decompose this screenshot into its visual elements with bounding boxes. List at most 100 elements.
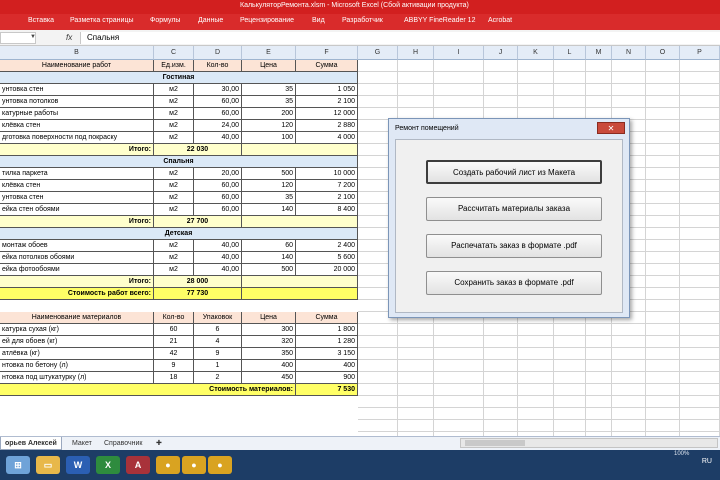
empty-cell[interactable]	[358, 384, 398, 396]
empty-cell[interactable]	[586, 396, 612, 408]
chrome-icon[interactable]: ●	[156, 456, 180, 474]
empty-cell[interactable]	[484, 372, 518, 384]
empty-cell[interactable]	[586, 60, 612, 72]
col-header-j[interactable]: J	[484, 46, 518, 60]
empty-cell[interactable]	[646, 240, 680, 252]
empty-cell[interactable]	[518, 408, 554, 420]
empty-cell[interactable]	[646, 132, 680, 144]
col-header-b[interactable]: B	[0, 46, 154, 60]
empty-cell[interactable]	[484, 60, 518, 72]
empty-cell[interactable]	[398, 336, 434, 348]
empty-cell[interactable]	[646, 324, 680, 336]
col-header-m[interactable]: M	[586, 46, 612, 60]
empty-cell[interactable]	[680, 120, 720, 132]
empty-cell[interactable]	[434, 360, 484, 372]
empty-cell[interactable]	[434, 396, 484, 408]
empty-cell[interactable]	[554, 408, 586, 420]
empty-cell[interactable]	[554, 84, 586, 96]
insert-sheet-icon[interactable]: ✚	[152, 437, 166, 450]
empty-cell[interactable]	[554, 60, 586, 72]
empty-cell[interactable]	[646, 72, 680, 84]
empty-cell[interactable]	[680, 300, 720, 312]
empty-cell[interactable]	[434, 408, 484, 420]
empty-cell[interactable]	[680, 132, 720, 144]
empty-cell[interactable]	[358, 408, 398, 420]
close-icon[interactable]: ✕	[597, 122, 625, 134]
empty-cell[interactable]	[646, 276, 680, 288]
empty-cell[interactable]	[398, 72, 434, 84]
empty-cell[interactable]	[680, 156, 720, 168]
empty-cell[interactable]	[646, 408, 680, 420]
empty-cell[interactable]	[646, 360, 680, 372]
empty-cell[interactable]	[484, 72, 518, 84]
empty-cell[interactable]	[518, 396, 554, 408]
empty-cell[interactable]	[586, 72, 612, 84]
col-header-h[interactable]: H	[398, 46, 434, 60]
save-pdf-button[interactable]: Сохранить заказ в формате .pdf	[426, 271, 602, 295]
tab-view[interactable]: Вид	[312, 17, 325, 24]
empty-cell[interactable]	[646, 84, 680, 96]
empty-cell[interactable]	[586, 96, 612, 108]
empty-cell[interactable]	[646, 384, 680, 396]
empty-cell[interactable]	[434, 348, 484, 360]
tab-page-layout[interactable]: Разметка страницы	[70, 17, 134, 24]
empty-cell[interactable]	[680, 288, 720, 300]
empty-cell[interactable]	[646, 108, 680, 120]
empty-cell[interactable]	[434, 72, 484, 84]
empty-cell[interactable]	[554, 336, 586, 348]
empty-cell[interactable]	[518, 384, 554, 396]
tab-developer[interactable]: Разработчик	[342, 17, 383, 24]
empty-cell[interactable]	[680, 96, 720, 108]
empty-cell[interactable]	[646, 60, 680, 72]
empty-cell[interactable]	[680, 312, 720, 324]
empty-cell[interactable]	[646, 168, 680, 180]
empty-cell[interactable]	[398, 60, 434, 72]
empty-cell[interactable]	[554, 324, 586, 336]
empty-cell[interactable]	[484, 396, 518, 408]
empty-cell[interactable]	[680, 276, 720, 288]
scrollbar-thumb[interactable]	[465, 440, 525, 446]
empty-cell[interactable]	[586, 420, 612, 432]
empty-cell[interactable]	[518, 324, 554, 336]
empty-cell[interactable]	[612, 384, 646, 396]
col-header-g[interactable]: G	[358, 46, 398, 60]
empty-cell[interactable]	[586, 384, 612, 396]
empty-cell[interactable]	[518, 372, 554, 384]
empty-cell[interactable]	[680, 252, 720, 264]
empty-cell[interactable]	[434, 96, 484, 108]
empty-cell[interactable]	[484, 420, 518, 432]
empty-cell[interactable]	[680, 372, 720, 384]
zoom-level[interactable]: 100%	[674, 451, 689, 457]
empty-cell[interactable]	[646, 216, 680, 228]
empty-cell[interactable]	[680, 396, 720, 408]
empty-cell[interactable]	[646, 372, 680, 384]
empty-cell[interactable]	[646, 348, 680, 360]
empty-cell[interactable]	[586, 84, 612, 96]
empty-cell[interactable]	[612, 324, 646, 336]
empty-cell[interactable]	[680, 180, 720, 192]
empty-cell[interactable]	[646, 180, 680, 192]
col-header-f[interactable]: F	[296, 46, 358, 60]
sheet-tab-active[interactable]: орьев Алексей	[0, 437, 62, 450]
empty-cell[interactable]	[586, 372, 612, 384]
empty-cell[interactable]	[646, 396, 680, 408]
empty-cell[interactable]	[612, 60, 646, 72]
empty-cell[interactable]	[586, 324, 612, 336]
empty-cell[interactable]	[518, 360, 554, 372]
empty-cell[interactable]	[358, 360, 398, 372]
tab-formulas[interactable]: Формулы	[150, 17, 180, 24]
empty-cell[interactable]	[680, 264, 720, 276]
excel-icon[interactable]: X	[96, 456, 120, 474]
folder-icon[interactable]: ▭	[36, 456, 60, 474]
empty-cell[interactable]	[680, 72, 720, 84]
empty-cell[interactable]	[398, 372, 434, 384]
empty-cell[interactable]	[646, 288, 680, 300]
empty-cell[interactable]	[586, 348, 612, 360]
empty-cell[interactable]	[518, 72, 554, 84]
empty-cell[interactable]	[680, 144, 720, 156]
access-icon[interactable]: A	[126, 456, 150, 474]
empty-cell[interactable]	[646, 120, 680, 132]
empty-cell[interactable]	[484, 84, 518, 96]
empty-cell[interactable]	[612, 372, 646, 384]
empty-cell[interactable]	[612, 96, 646, 108]
